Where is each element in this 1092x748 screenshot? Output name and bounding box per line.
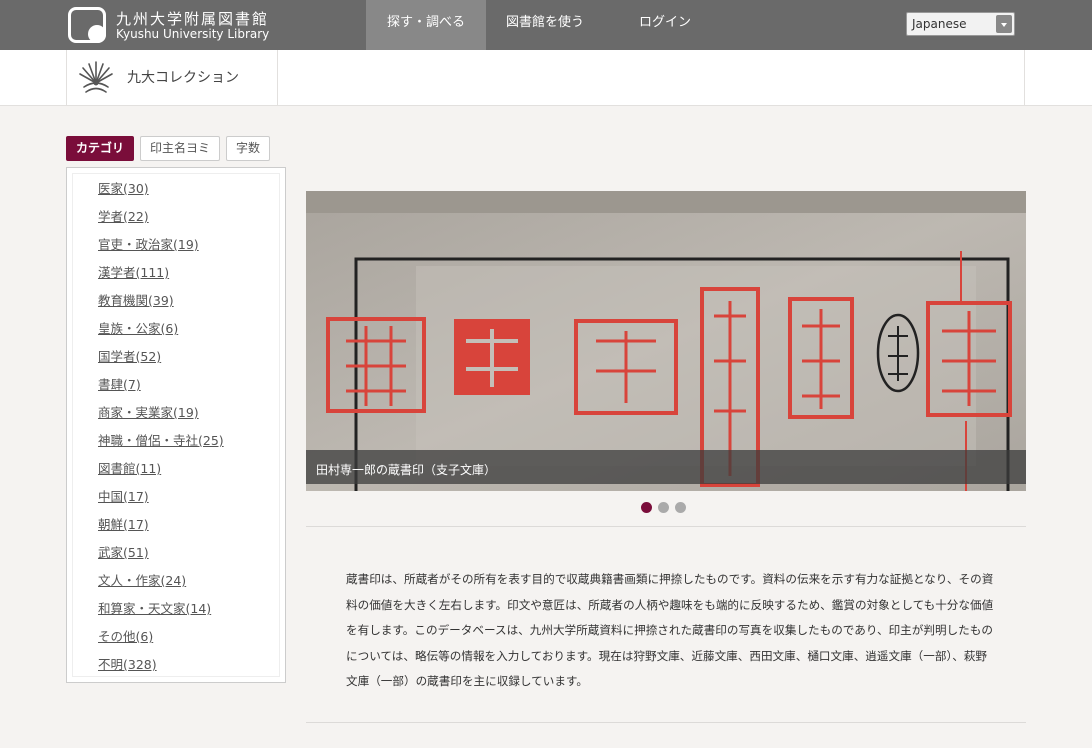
- category-link[interactable]: 官吏・政治家(19): [98, 237, 199, 252]
- top-bar: 九州大学附属図書館 Kyushu University Library 探す・調…: [0, 0, 1092, 50]
- university-crest-icon: [79, 61, 113, 93]
- divider: [306, 526, 1026, 527]
- category-link[interactable]: 漢学者(111): [98, 265, 169, 280]
- category-link[interactable]: 医家(30): [98, 181, 149, 196]
- slide-caption: 田村専一郎の蔵書印（支子文庫）: [316, 463, 497, 477]
- tab-category[interactable]: カテゴリ: [66, 136, 135, 161]
- slide-dot[interactable]: [641, 502, 652, 513]
- seal-photo-image: [306, 191, 1026, 491]
- slide-dot[interactable]: [658, 502, 669, 513]
- category-list: 医家(30) 学者(22) 官吏・政治家(19) 漢学者(111) 教育機関(3…: [66, 167, 286, 683]
- category-link[interactable]: 朝鮮(17): [98, 517, 149, 532]
- category-link[interactable]: 皇族・公家(6): [98, 321, 178, 336]
- category-link[interactable]: 神職・僧侶・寺社(25): [98, 433, 224, 448]
- list-item: 学者(22): [73, 209, 279, 237]
- divider: [306, 722, 1026, 723]
- collection-home-link[interactable]: 九大コレクション: [66, 50, 278, 105]
- category-link[interactable]: 国学者(52): [98, 349, 161, 364]
- list-item: 医家(30): [73, 181, 279, 209]
- language-select[interactable]: Japanese: [906, 12, 1015, 36]
- logo-title-ja: 九州大学附属図書館: [116, 10, 270, 28]
- list-item: その他(6): [73, 629, 279, 657]
- nav-login[interactable]: ログイン: [604, 0, 726, 50]
- library-logo-icon: [68, 7, 106, 43]
- list-item: 文人・作家(24): [73, 573, 279, 601]
- collection-title: 九大コレクション: [127, 70, 239, 86]
- category-link[interactable]: 図書館(11): [98, 461, 161, 476]
- tab-owner-reading[interactable]: 印主名ヨミ: [140, 136, 221, 161]
- category-link[interactable]: 学者(22): [98, 209, 149, 224]
- sub-header: 九大コレクション: [0, 50, 1092, 106]
- category-link[interactable]: その他(6): [98, 629, 153, 644]
- nav-search[interactable]: 探す・調べる: [366, 0, 486, 50]
- category-link[interactable]: 武家(51): [98, 545, 149, 560]
- tab-character-count[interactable]: 字数: [226, 136, 271, 161]
- list-item: 漢学者(111): [73, 265, 279, 293]
- logo-title-en: Kyushu University Library: [116, 27, 270, 41]
- category-link[interactable]: 商家・実業家(19): [98, 405, 199, 420]
- list-item: 武家(51): [73, 545, 279, 573]
- list-item: 中国(17): [73, 489, 279, 517]
- category-link[interactable]: 書肆(7): [98, 377, 141, 392]
- divider: [1024, 50, 1025, 105]
- library-logo[interactable]: 九州大学附属図書館 Kyushu University Library: [68, 7, 278, 45]
- list-item: 図書館(11): [73, 461, 279, 489]
- list-item: 国学者(52): [73, 349, 279, 377]
- slide-indicators: [641, 502, 686, 513]
- category-link[interactable]: 不明(328): [98, 657, 157, 672]
- category-list-inner: 医家(30) 学者(22) 官吏・政治家(19) 漢学者(111) 教育機関(3…: [72, 173, 280, 677]
- category-link[interactable]: 文人・作家(24): [98, 573, 186, 588]
- category-tabs: カテゴリ 印主名ヨミ 字数: [66, 136, 271, 161]
- slide-caption-bar: 田村専一郎の蔵書印（支子文庫）: [306, 450, 1026, 484]
- list-item: 皇族・公家(6): [73, 321, 279, 349]
- main-nav: 探す・調べる 図書館を使う ログイン: [366, 0, 726, 50]
- language-value: Japanese: [912, 17, 967, 31]
- list-item: 教育機関(39): [73, 293, 279, 321]
- list-item: 不明(328): [73, 657, 279, 685]
- category-link[interactable]: 中国(17): [98, 489, 149, 504]
- nav-use-library[interactable]: 図書館を使う: [486, 0, 604, 50]
- category-link[interactable]: 和算家・天文家(14): [98, 601, 211, 616]
- slide-dot[interactable]: [675, 502, 686, 513]
- chevron-down-icon: [996, 15, 1012, 33]
- list-item: 官吏・政治家(19): [73, 237, 279, 265]
- category-link[interactable]: 教育機関(39): [98, 293, 174, 308]
- collection-description: 蔵書印は、所蔵者がその所有を表す目的で収蔵典籍書画類に押捺したものです。資料の伝…: [346, 572, 994, 688]
- list-item: 商家・実業家(19): [73, 405, 279, 433]
- list-item: 書肆(7): [73, 377, 279, 405]
- list-item: 神職・僧侶・寺社(25): [73, 433, 279, 461]
- seal-slideshow[interactable]: 田村専一郎の蔵書印（支子文庫）: [306, 191, 1026, 491]
- list-item: 和算家・天文家(14): [73, 601, 279, 629]
- list-item: 朝鮮(17): [73, 517, 279, 545]
